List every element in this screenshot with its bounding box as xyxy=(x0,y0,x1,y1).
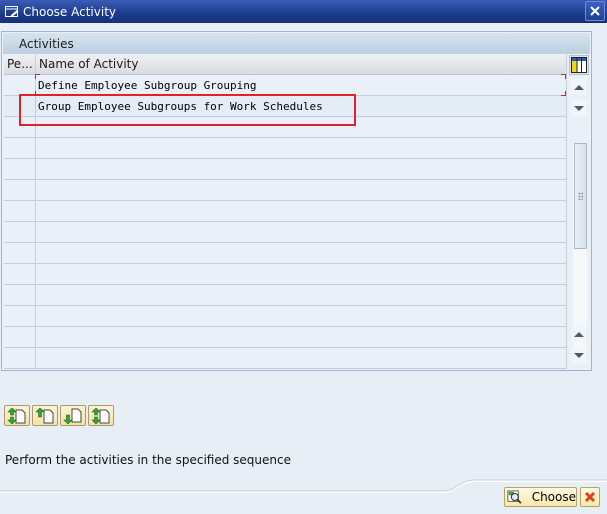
activities-panel-header: Activities xyxy=(3,33,590,54)
table-row[interactable] xyxy=(4,180,566,201)
last-page-icon xyxy=(91,407,110,424)
choose-icon xyxy=(507,490,522,504)
performed-cell[interactable] xyxy=(4,306,36,326)
table-row[interactable] xyxy=(4,348,566,369)
performed-cell[interactable] xyxy=(4,285,36,305)
activity-name-cell[interactable] xyxy=(36,180,566,200)
performed-cell[interactable] xyxy=(4,348,36,368)
performed-cell[interactable] xyxy=(4,222,36,242)
table-row[interactable] xyxy=(4,201,566,222)
scroll-down-top-button[interactable] xyxy=(571,100,587,116)
activity-name-cell[interactable] xyxy=(36,306,566,326)
last-page-button[interactable] xyxy=(88,405,114,426)
table-row[interactable] xyxy=(4,159,566,180)
column-setup-button[interactable] xyxy=(569,55,589,75)
arrow-down-icon xyxy=(574,105,584,111)
focus-corner xyxy=(561,74,566,79)
activity-name-cell[interactable] xyxy=(36,138,566,158)
status-text: Perform the activities in the specified … xyxy=(5,453,291,467)
table-header: Pe... Name of Activity xyxy=(4,54,566,75)
activity-name-cell[interactable] xyxy=(36,222,566,242)
title-bar: Choose Activity xyxy=(0,0,607,23)
table-row[interactable] xyxy=(4,327,566,348)
close-icon xyxy=(590,6,600,16)
arrow-down-icon xyxy=(574,352,584,358)
performed-cell[interactable] xyxy=(4,138,36,158)
column-setup-icon xyxy=(571,57,587,73)
previous-page-button[interactable] xyxy=(32,405,58,426)
previous-page-icon xyxy=(35,407,54,423)
performed-cell[interactable] xyxy=(4,201,36,221)
activity-name-cell[interactable] xyxy=(36,243,566,263)
performed-cell[interactable] xyxy=(4,180,36,200)
window-title: Choose Activity xyxy=(23,4,116,19)
table-row[interactable] xyxy=(4,138,566,159)
arrow-up-icon xyxy=(574,331,584,337)
table-row[interactable] xyxy=(4,243,566,264)
choose-button[interactable]: Choose xyxy=(504,487,577,507)
choose-label: Choose xyxy=(531,490,576,504)
arrow-up-icon xyxy=(574,84,584,90)
grip-icon xyxy=(578,192,583,200)
dialog-icon xyxy=(5,5,19,18)
next-page-icon xyxy=(63,408,82,424)
activities-panel: Activities Pe... Name of Activity Define… xyxy=(1,31,592,371)
highlight-annotation xyxy=(19,94,356,126)
scroll-down-bottom-button[interactable] xyxy=(571,347,587,363)
activity-name-cell[interactable] xyxy=(36,348,566,368)
performed-cell[interactable] xyxy=(4,327,36,347)
table-scrollbar-column xyxy=(568,54,590,369)
focus-corner xyxy=(561,91,566,96)
table-row[interactable] xyxy=(4,222,566,243)
performed-cell[interactable] xyxy=(4,264,36,284)
table-row[interactable] xyxy=(4,285,566,306)
activity-name-cell[interactable] xyxy=(36,201,566,221)
first-page-icon xyxy=(7,407,26,424)
next-page-button[interactable] xyxy=(60,405,86,426)
activity-name-cell[interactable] xyxy=(36,264,566,284)
table-row[interactable]: Define Employee Subgroup Grouping xyxy=(4,75,566,96)
performed-cell[interactable] xyxy=(4,243,36,263)
column-header-name[interactable]: Name of Activity xyxy=(36,54,566,74)
activity-name-cell[interactable] xyxy=(36,285,566,305)
first-page-button[interactable] xyxy=(4,405,30,426)
column-header-performed[interactable]: Pe... xyxy=(4,54,36,74)
scrollbar-thumb[interactable] xyxy=(574,143,587,249)
activity-name-cell[interactable] xyxy=(36,327,566,347)
table-row[interactable] xyxy=(4,306,566,327)
performed-cell[interactable] xyxy=(4,159,36,179)
navigation-buttons xyxy=(4,405,114,426)
cancel-button[interactable] xyxy=(580,487,600,507)
focus-corner xyxy=(35,74,40,79)
scroll-up-bottom-button[interactable] xyxy=(571,326,587,342)
scroll-up-top-button[interactable] xyxy=(571,79,587,95)
table-row[interactable] xyxy=(4,264,566,285)
close-button[interactable] xyxy=(585,1,605,21)
activity-name-cell[interactable] xyxy=(36,159,566,179)
performed-cell[interactable] xyxy=(4,75,36,95)
activity-name-cell[interactable]: Define Employee Subgroup Grouping xyxy=(36,75,566,95)
cancel-icon xyxy=(584,491,596,503)
